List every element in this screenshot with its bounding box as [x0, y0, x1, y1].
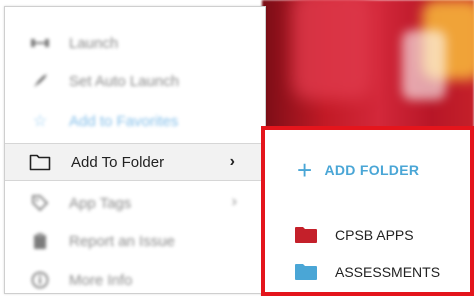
add-folder-label: ADD FOLDER: [324, 162, 420, 178]
star-icon: ☆: [32, 113, 48, 130]
menu-item-label: More Info: [69, 271, 133, 289]
menu-item-app-tags[interactable]: App Tags ›: [5, 185, 267, 221]
menu-item-add-to-folder[interactable]: Add To Folder ›: [5, 143, 267, 181]
plus-icon: +: [297, 155, 313, 185]
menu-item-label: Report an Issue: [69, 232, 175, 250]
report-icon: [29, 230, 51, 252]
folder-icon: [29, 153, 51, 171]
add-folder-button[interactable]: + ADD FOLDER: [297, 155, 420, 185]
menu-item-label: App Tags: [69, 194, 132, 212]
menu-item-more-info[interactable]: More Info: [5, 262, 267, 296]
menu-item-label: Set Auto Launch: [69, 72, 180, 90]
chevron-right-icon: ›: [229, 153, 235, 170]
menu-item-label: Add to Favorites: [69, 112, 179, 130]
menu-item-launch[interactable]: Launch: [5, 25, 267, 61]
info-icon: [29, 269, 51, 291]
chevron-right-icon: ›: [231, 193, 237, 210]
folder-icon: [295, 227, 317, 243]
menu-item-report-an-issue[interactable]: Report an Issue: [5, 223, 267, 259]
app-tile-blurred: [402, 30, 446, 100]
menu-item-label: Launch: [69, 34, 119, 52]
menu-item-set-auto-launch[interactable]: Set Auto Launch: [5, 63, 267, 99]
folder-item-assessments[interactable]: ASSESSMENTS: [295, 264, 440, 280]
menu-item-label: Add To Folder: [71, 153, 165, 171]
folder-label: ASSESSMENTS: [335, 264, 441, 280]
folder-label: CPSB APPS: [335, 227, 414, 243]
launch-icon: [29, 32, 51, 54]
rocket-icon: [29, 70, 51, 92]
folder-icon: [295, 264, 317, 280]
folder-submenu: + ADD FOLDER CPSB APPS ASSESSMENTS: [261, 126, 474, 296]
app-tile-blurred: [292, 0, 372, 100]
folder-item-cpsb-apps[interactable]: CPSB APPS: [295, 227, 414, 243]
app-context-menu: Launch Set Auto Launch ☆ Add to Favorite…: [4, 6, 267, 296]
menu-item-add-to-favorites[interactable]: ☆ Add to Favorites: [5, 103, 267, 139]
tag-icon: [29, 192, 51, 214]
